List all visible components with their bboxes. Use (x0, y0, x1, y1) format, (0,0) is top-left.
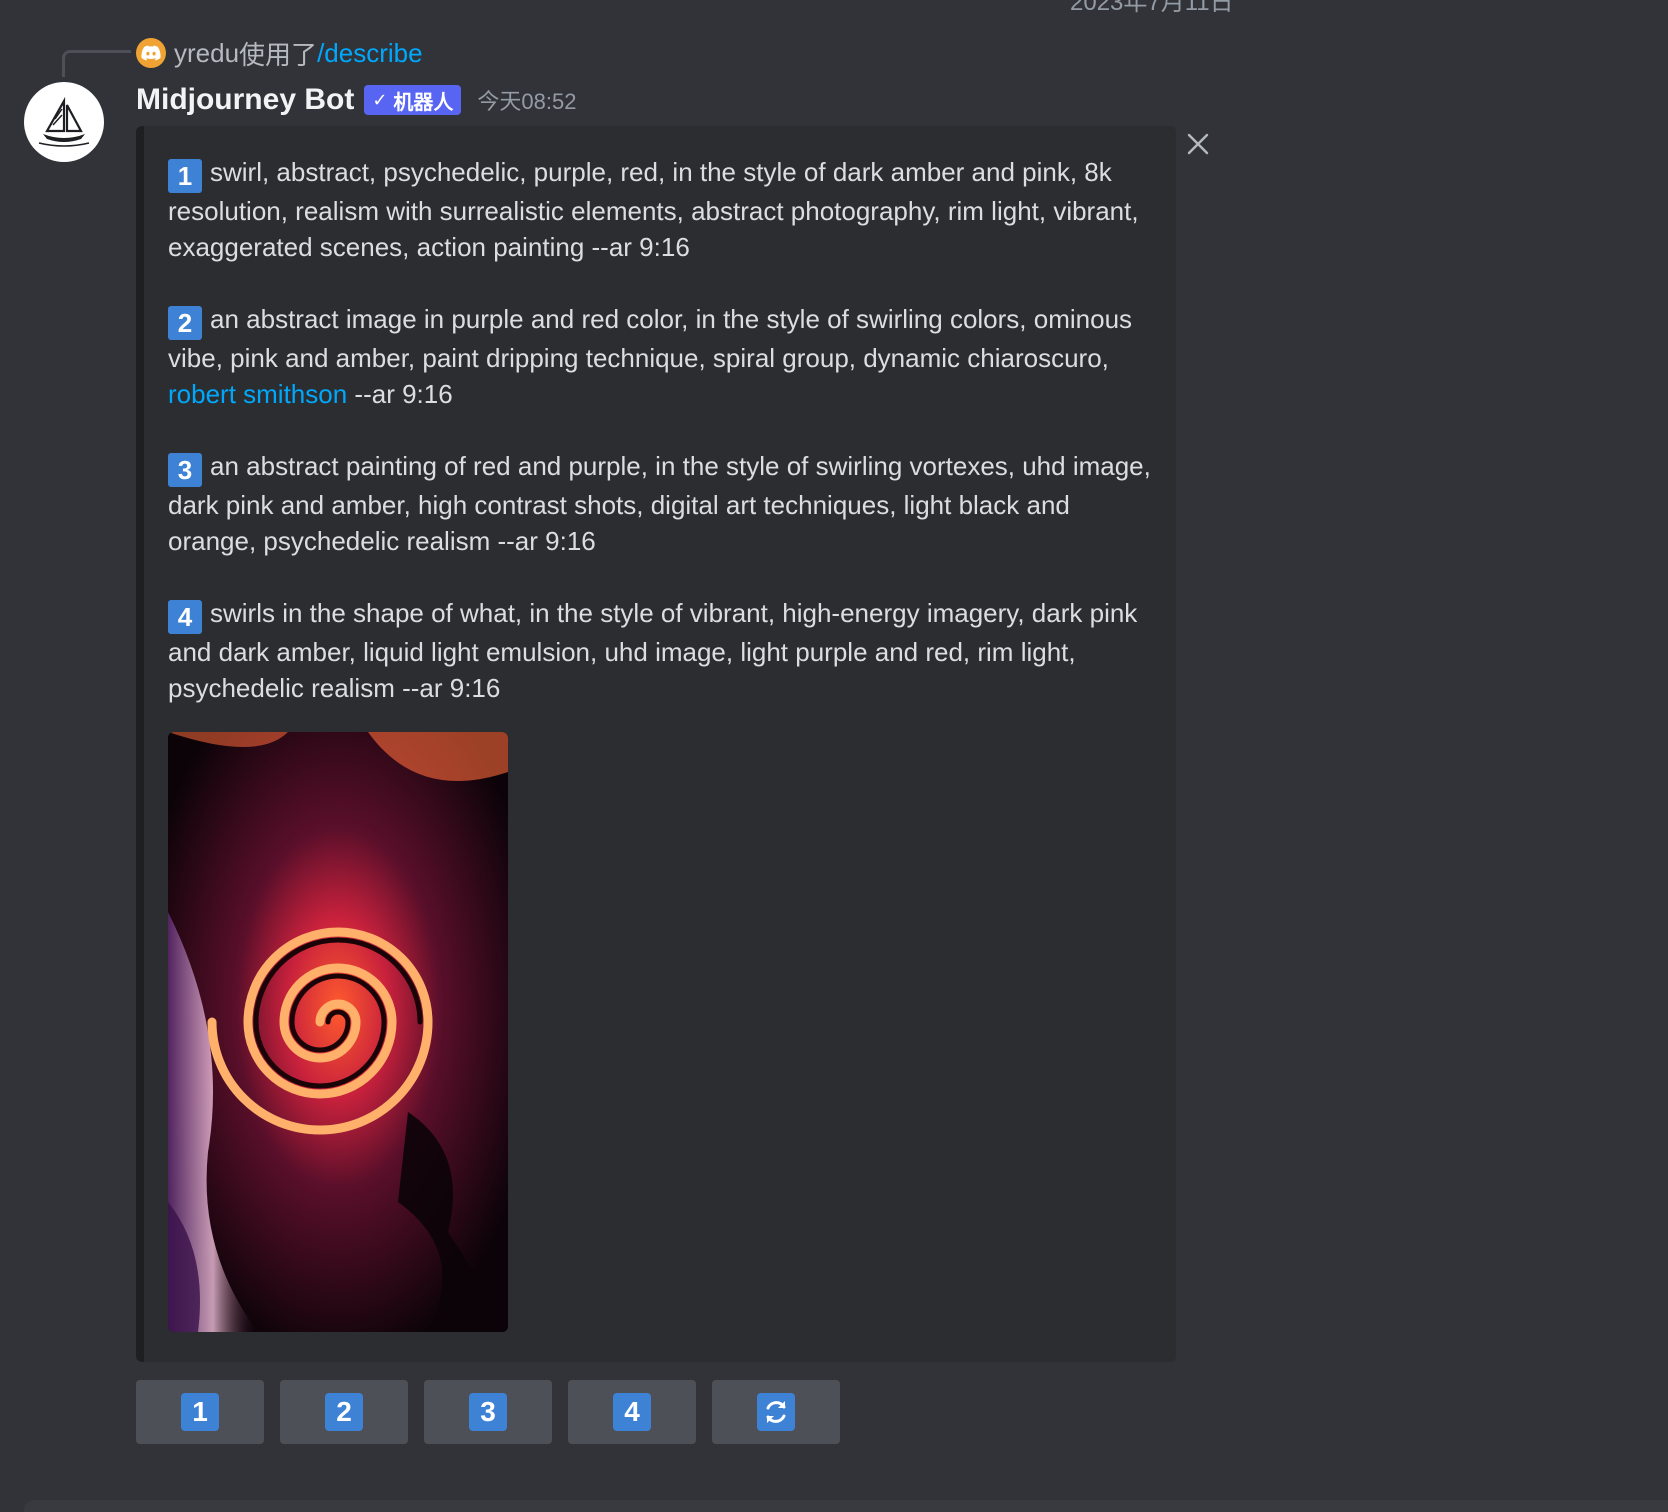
reply-username[interactable]: yredu (174, 38, 239, 69)
imagine-4-button[interactable]: 4 (568, 1380, 696, 1444)
number-badge: 4 (168, 600, 202, 634)
refresh-icon (757, 1393, 795, 1431)
sailboat-icon (38, 97, 90, 147)
description-list: 1 swirl, abstract, psychedelic, purple, r… (168, 154, 1158, 742)
description-text-suffix: --ar 9:16 (347, 379, 453, 409)
number-badge: 2 (168, 306, 202, 340)
author-name[interactable]: Midjourney Bot (136, 83, 354, 117)
reply-command[interactable]: /describe (317, 38, 423, 69)
description-text: swirl, abstract, psychedelic, purple, re… (168, 157, 1139, 262)
number-badge: 3 (168, 453, 202, 487)
keycap-4-icon: 4 (613, 1393, 651, 1431)
keycap-1-icon: 1 (181, 1393, 219, 1431)
keycap-3-icon: 3 (469, 1393, 507, 1431)
close-icon[interactable] (1180, 126, 1216, 162)
message-input-edge (24, 1500, 1668, 1512)
reply-action: 使用了 (239, 39, 318, 70)
reply-spine (62, 50, 131, 77)
message-timestamp: 今天08:52 (477, 89, 577, 114)
bot-avatar[interactable] (24, 82, 104, 162)
description-text: swirls in the shape of what, in the styl… (168, 598, 1138, 703)
action-buttons: 1 2 3 4 (136, 1380, 840, 1444)
verified-check-icon: ✓ (372, 89, 388, 110)
description-item: 3 an abstract painting of red and purple,… (168, 448, 1158, 559)
description-item: 1 swirl, abstract, psychedelic, purple, r… (168, 154, 1158, 265)
discord-logo-icon (136, 38, 166, 68)
uploaded-image[interactable] (168, 732, 508, 1332)
keycap-2-icon: 2 (325, 1393, 363, 1431)
bot-tag: ✓ 机器人 (364, 85, 462, 115)
number-badge: 1 (168, 159, 202, 193)
refresh-button[interactable] (712, 1380, 840, 1444)
bot-tag-label: 机器人 (393, 91, 454, 114)
description-item: 2 an abstract image in purple and red col… (168, 301, 1158, 412)
description-item: 4 swirls in the shape of what, in the sty… (168, 595, 1158, 706)
reply-reference[interactable]: yredu 使用了 /describe (136, 34, 423, 72)
date-divider: 2023年7月11日 (1070, 0, 1234, 16)
message-header: Midjourney Bot ✓ 机器人 今天08:52 (136, 80, 576, 120)
imagine-3-button[interactable]: 3 (424, 1380, 552, 1444)
description-text: an abstract painting of red and purple, … (168, 451, 1151, 556)
description-text: an abstract image in purple and red colo… (168, 304, 1133, 373)
imagine-1-button[interactable]: 1 (136, 1380, 264, 1444)
artist-link[interactable]: robert smithson (168, 379, 347, 409)
swirl-artwork (168, 732, 508, 1332)
imagine-2-button[interactable]: 2 (280, 1380, 408, 1444)
